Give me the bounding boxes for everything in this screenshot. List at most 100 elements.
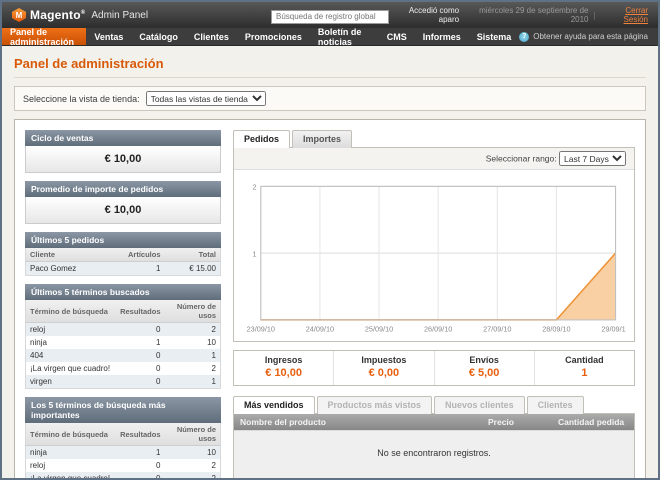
average-order-value: € 10,00 — [25, 197, 221, 224]
nav-item-promociones[interactable]: Promociones — [237, 28, 310, 45]
column-header-resultados: Resultados — [116, 300, 164, 323]
store-view-select[interactable]: Todas las vistas de tienda — [146, 91, 266, 106]
brand-name: Magento® — [30, 8, 85, 22]
column-header-articulos: Artículos — [124, 248, 165, 262]
magento-admin-window: M Magento® Admin Panel Accedió como apar… — [0, 0, 660, 480]
range-label: Seleccionar rango: — [486, 154, 557, 164]
content-area: Panel de administración Seleccione la vi… — [2, 46, 658, 480]
tab-pedidos[interactable]: Pedidos — [233, 130, 290, 148]
nav-items: Panel de administraciónVentasCatálogoCli… — [2, 28, 519, 45]
tab-importes[interactable]: Importes — [292, 130, 352, 148]
help-icon: ? — [519, 32, 529, 42]
column-header-precio: Precio — [482, 414, 552, 430]
last-orders-panel: Últimos 5 pedidos ClienteArtículosTotalP… — [25, 232, 221, 276]
store-view-switcher: Seleccione la vista de tienda: Todas las… — [14, 86, 646, 111]
logged-in-user: Accedió como aparo — [389, 6, 459, 24]
chart-tabs: PedidosImportes — [233, 130, 635, 147]
column-header-total: Total — [165, 248, 221, 262]
help-link[interactable]: ? Obtener ayuda para esta página — [519, 28, 658, 45]
last-search-terms-table: Término de búsquedaResultadosNúmero de u… — [25, 300, 221, 389]
last-search-terms-panel: Últimos 5 términos buscados Término de b… — [25, 284, 221, 389]
stat-impuestos: Impuestos€ 0,00 — [333, 351, 433, 385]
tab-clientes[interactable]: Clientes — [527, 396, 584, 414]
panel-title: Últimos 5 términos buscados — [25, 284, 221, 300]
tab-productos-mas-vistos[interactable]: Productos más vistos — [317, 396, 433, 414]
panel-title: Ciclo de ventas — [25, 130, 221, 146]
global-search-input[interactable] — [271, 10, 389, 24]
separator: | — [593, 11, 595, 20]
range-bar: Seleccionar rango: Last 7 Days — [234, 148, 634, 170]
magento-logo-icon: M — [12, 8, 26, 22]
nav-item-sistema[interactable]: Sistema — [469, 28, 520, 45]
svg-text:26/09/10: 26/09/10 — [424, 324, 452, 333]
panel-title: Los 5 términos de búsqueda más important… — [25, 397, 221, 423]
table-row: ¡La virgen que cuadro!02 — [26, 472, 221, 480]
orders-chart: 1 2 23/09/10 24/09/10 25/09/10 26/09/10 27/09/… — [234, 170, 634, 341]
logout-link[interactable]: Cerrar Sesión — [601, 6, 648, 24]
main-nav: Panel de administraciónVentasCatálogoCli… — [2, 28, 658, 46]
svg-text:24/09/10: 24/09/10 — [306, 324, 334, 333]
totals-row: Ingresos€ 10,00Impuestos€ 0,00Envíos€ 5,… — [233, 350, 635, 386]
nav-item-informes[interactable]: Informes — [415, 28, 469, 45]
products-grid: Nombre del productoPrecioCantidad pedida… — [233, 413, 635, 480]
column-header-numero-de-usos: Número de usos — [165, 300, 221, 323]
store-view-label: Seleccione la vista de tienda: — [23, 94, 140, 104]
grid-tabs: Más vendidosProductos más vistosNuevos c… — [233, 396, 635, 413]
panel-title: Últimos 5 pedidos — [25, 232, 221, 248]
top-search-terms-panel: Los 5 términos de búsqueda más important… — [25, 397, 221, 480]
nav-item-clientes[interactable]: Clientes — [186, 28, 237, 45]
brand-suffix: Admin Panel — [91, 10, 148, 21]
lifetime-sales-panel: Ciclo de ventas € 10,00 — [25, 130, 221, 173]
empty-records-message: No se encontraron registros. — [234, 430, 634, 479]
table-row: ninja110 — [26, 446, 221, 460]
svg-text:23/09/10: 23/09/10 — [247, 324, 275, 333]
tab-nuevos-clientes[interactable]: Nuevos clientes — [434, 396, 525, 414]
stat-envios: Envíos€ 5,00 — [434, 351, 534, 385]
lifetime-sales-value: € 10,00 — [25, 146, 221, 173]
table-row: 40401 — [26, 349, 221, 362]
svg-text:1: 1 — [253, 249, 257, 258]
nav-item-panel-de-administracion[interactable]: Panel de administración — [2, 28, 86, 45]
tab-mas-vendidos[interactable]: Más vendidos — [233, 396, 315, 414]
column-header-cliente: Cliente — [26, 248, 124, 262]
user-area: Accedió como aparo miércoles 29 de septi… — [389, 6, 648, 24]
nav-item-cms[interactable]: CMS — [379, 28, 415, 45]
column-header-cantidad-pedida: Cantidad pedida — [552, 414, 634, 430]
dashboard-right-column: PedidosImportes Seleccionar rango: Last … — [233, 130, 635, 480]
nav-item-catalogo[interactable]: Catálogo — [131, 28, 186, 45]
table-row: reloj02 — [26, 323, 221, 337]
page-title: Panel de administración — [14, 52, 646, 78]
dashboard-left-column: Ciclo de ventas € 10,00 Promedio de impo… — [25, 130, 221, 480]
stat-cantidad: Cantidad1 — [534, 351, 634, 385]
svg-text:28/09/10: 28/09/10 — [542, 324, 570, 333]
table-row: virgen01 — [26, 375, 221, 389]
panel-title: Promedio de importe de pedidos — [25, 181, 221, 197]
average-order-panel: Promedio de importe de pedidos € 10,00 — [25, 181, 221, 224]
table-row: ¡La virgen que cuadro!02 — [26, 362, 221, 375]
products-table: Nombre del productoPrecioCantidad pedida — [234, 414, 634, 430]
magento-logo: M Magento® Admin Panel — [12, 8, 271, 22]
column-header-numero-de-usos: Número de usos — [165, 423, 221, 446]
column-header-resultados: Resultados — [116, 423, 164, 446]
top-bar: M Magento® Admin Panel Accedió como apar… — [2, 2, 658, 28]
nav-item-boletin-de-noticias[interactable]: Boletín de noticias — [310, 28, 379, 45]
table-row: reloj02 — [26, 459, 221, 472]
svg-text:29/09/10: 29/09/10 — [601, 324, 626, 333]
table-row: ninja110 — [26, 336, 221, 349]
help-label: Obtener ayuda para esta página — [533, 32, 648, 41]
current-date: miércoles 29 de septiembre de 2010 — [464, 6, 588, 24]
column-header-nombre-del-producto: Nombre del producto — [234, 414, 482, 430]
global-search — [271, 6, 389, 24]
range-select[interactable]: Last 7 Days — [559, 151, 626, 166]
chart-box: Seleccionar rango: Last 7 Days 1 2 23/09/1… — [233, 147, 635, 342]
stat-ingresos: Ingresos€ 10,00 — [234, 351, 333, 385]
table-row: Paco Gomez1€ 15.00 — [26, 262, 221, 276]
dashboard: Ciclo de ventas € 10,00 Promedio de impo… — [14, 119, 646, 480]
column-header-termino-de-busqueda: Término de búsqueda — [26, 423, 117, 446]
trademark: ® — [81, 10, 86, 16]
svg-text:25/09/10: 25/09/10 — [365, 324, 393, 333]
svg-text:27/09/10: 27/09/10 — [483, 324, 511, 333]
top-search-terms-table: Término de búsquedaResultadosNúmero de u… — [25, 423, 221, 480]
nav-item-ventas[interactable]: Ventas — [86, 28, 131, 45]
svg-text:2: 2 — [253, 182, 257, 191]
